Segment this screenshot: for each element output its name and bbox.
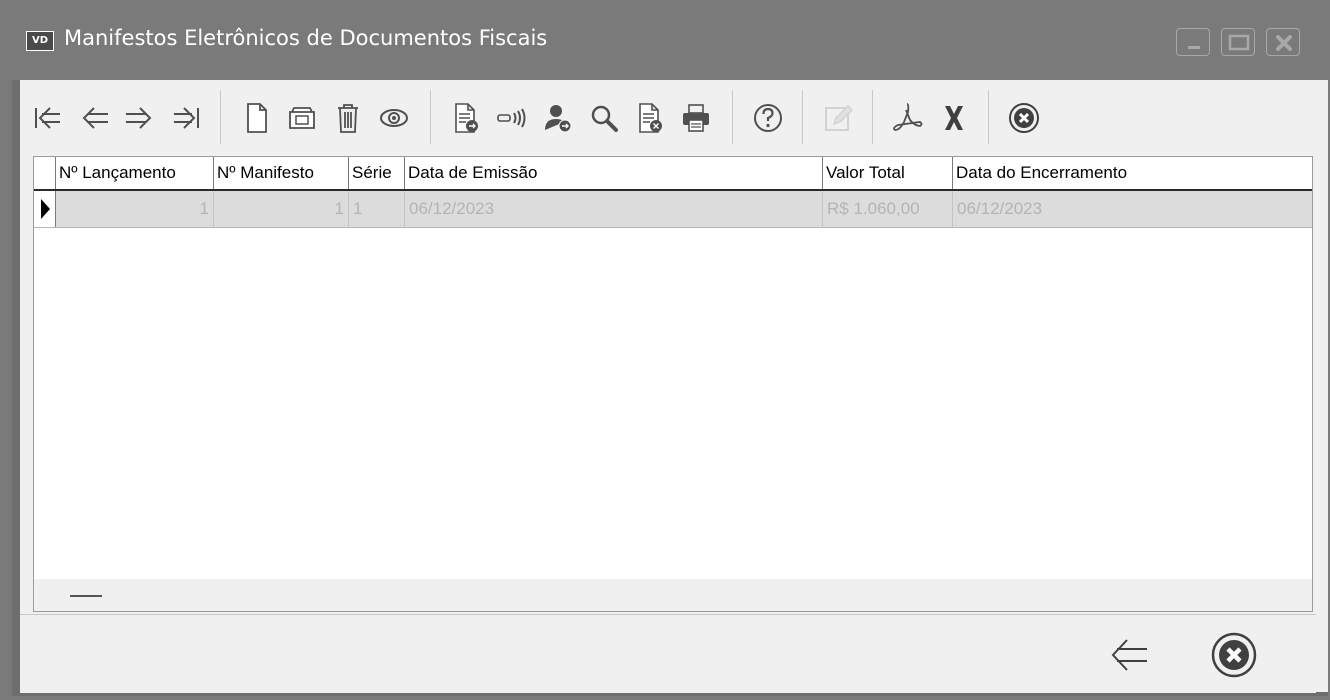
excel-button[interactable]: [932, 94, 976, 142]
first-icon: [35, 107, 60, 129]
arrow-left-icon: [82, 107, 108, 129]
cell-manifesto[interactable]: 1: [214, 191, 349, 227]
view-button[interactable]: [372, 94, 416, 142]
help-button[interactable]: [746, 94, 790, 142]
grid-footer: [34, 579, 1312, 611]
toolbar: [20, 86, 1316, 152]
pencil-icon: [825, 104, 854, 131]
trash-icon: [338, 104, 358, 133]
new-button[interactable]: [234, 94, 278, 142]
column-header-data-encerramento[interactable]: Data do Encerramento: [953, 157, 1312, 189]
search-icon: [591, 105, 618, 132]
eye-icon: [380, 109, 408, 127]
minimize-icon: [1188, 46, 1200, 49]
new-document-icon: [247, 103, 267, 133]
minimize-button[interactable]: [1176, 28, 1210, 56]
cell-valor-total[interactable]: R$ 1.060,00: [823, 191, 953, 227]
user-add-icon: [545, 105, 572, 133]
cell-lancamento[interactable]: 1: [56, 191, 214, 227]
print-button[interactable]: [674, 94, 718, 142]
next-record-button[interactable]: [118, 94, 162, 142]
pdf-button[interactable]: [886, 94, 930, 142]
toolbar-separator: [732, 90, 733, 144]
toolbar-separator: [220, 90, 221, 144]
close-circle-icon: [1211, 632, 1257, 678]
column-header-serie[interactable]: Série: [349, 157, 405, 189]
cell-data-emissao[interactable]: 06/12/2023: [405, 191, 823, 227]
delete-button[interactable]: [326, 94, 370, 142]
printer-icon: [683, 104, 709, 132]
grid-header: Nº Lançamento Nº Manifesto Série Data de…: [34, 157, 1312, 191]
close-icon: [1276, 35, 1292, 51]
back-button[interactable]: [1098, 627, 1154, 683]
close-toolbar-button[interactable]: [1002, 94, 1046, 142]
broadcast-button[interactable]: [490, 94, 534, 142]
pdf-icon: [893, 103, 923, 131]
cell-serie[interactable]: 1: [349, 191, 405, 227]
column-header-data-emissao[interactable]: Data de Emissão: [405, 157, 823, 189]
folder-icon: [289, 107, 315, 129]
table-row[interactable]: 1 1 1 06/12/2023 R$ 1.060,00 06/12/2023: [34, 191, 1312, 228]
toolbar-separator: [988, 90, 989, 144]
help-icon: [754, 104, 782, 132]
arrow-left-icon: [1111, 639, 1147, 671]
column-header-lancamento[interactable]: Nº Lançamento: [56, 157, 214, 189]
last-record-button[interactable]: [164, 94, 208, 142]
maximize-icon: [1228, 34, 1250, 51]
maximize-button[interactable]: [1221, 28, 1255, 56]
toolbar-separator: [872, 90, 873, 144]
signal-icon: [497, 108, 526, 128]
grid-header-gutter: [34, 157, 56, 189]
column-header-manifesto[interactable]: Nº Manifesto: [214, 157, 349, 189]
document-send-icon: [455, 103, 478, 133]
excel-x-icon: [945, 106, 963, 130]
row-indicator: [34, 191, 56, 227]
close-button[interactable]: [1206, 627, 1262, 683]
cancel-document-button[interactable]: [628, 94, 672, 142]
close-window-button[interactable]: [1266, 28, 1300, 56]
search-button[interactable]: [582, 94, 626, 142]
driver-button[interactable]: [536, 94, 580, 142]
cell-data-encerramento[interactable]: 06/12/2023: [953, 191, 1312, 227]
app-logo-icon: VD: [26, 31, 54, 51]
document-cancel-icon: [639, 103, 662, 133]
toolbar-separator: [802, 90, 803, 144]
window-title: Manifestos Eletrônicos de Documentos Fis…: [64, 26, 548, 50]
transmit-button[interactable]: [444, 94, 488, 142]
edit-button[interactable]: [280, 94, 324, 142]
data-grid[interactable]: Nº Lançamento Nº Manifesto Série Data de…: [33, 156, 1313, 612]
last-icon: [174, 107, 199, 129]
edit-note-button: [816, 94, 860, 142]
footer-dash: [70, 595, 102, 597]
current-row-arrow-icon: [41, 199, 50, 219]
first-record-button[interactable]: [26, 94, 70, 142]
previous-record-button[interactable]: [72, 94, 116, 142]
arrow-right-icon: [126, 107, 152, 129]
toolbar-separator: [430, 90, 431, 144]
column-header-valor-total[interactable]: Valor Total: [823, 157, 953, 189]
window: VD Manifestos Eletrônicos de Documentos …: [0, 0, 1330, 700]
close-circle-icon: [1009, 103, 1039, 133]
bottom-bar: [20, 614, 1316, 693]
title-bar[interactable]: VD Manifestos Eletrônicos de Documentos …: [0, 0, 1330, 80]
